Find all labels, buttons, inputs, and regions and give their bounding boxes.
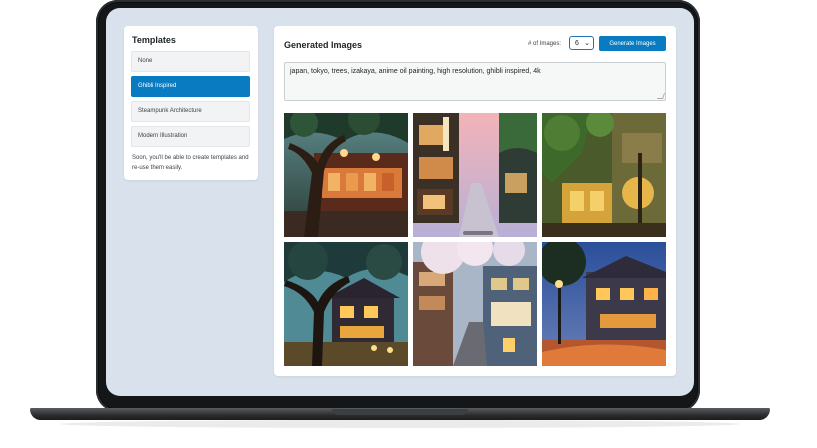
house-under-tree-night-image <box>284 242 408 366</box>
generated-image-4[interactable] <box>284 242 408 366</box>
prompt-text: japan, tokyo, trees, izakaya, anime oil … <box>290 68 541 75</box>
app-screen: Templates None Ghibli Inspired Steampunk… <box>106 8 694 396</box>
image-count-value: 6 <box>575 39 579 47</box>
generated-image-1[interactable] <box>284 113 408 237</box>
page-title: Generated Images <box>284 40 363 50</box>
generated-image-6[interactable] <box>542 242 666 366</box>
ivy-covered-street-image <box>542 113 666 237</box>
template-item-none[interactable]: None <box>131 51 250 72</box>
generated-image-3[interactable] <box>542 113 666 237</box>
generated-image-5[interactable] <box>413 242 537 366</box>
image-count-select[interactable]: 6 ⌄ <box>569 36 594 50</box>
templates-title: Templates <box>132 35 176 45</box>
chevron-down-icon: ⌄ <box>584 39 590 47</box>
laptop-shadow <box>60 420 740 428</box>
prompt-input[interactable]: japan, tokyo, trees, izakaya, anime oil … <box>284 62 666 101</box>
izakaya-under-tree-image <box>284 113 408 237</box>
template-item-modern-illustration[interactable]: Modern Illustration <box>131 126 250 147</box>
tokyo-alley-dusk-image <box>413 113 537 237</box>
image-count-label: # of Images: <box>528 41 562 47</box>
templates-note: Soon, you'll be able to create templates… <box>132 155 249 171</box>
resize-handle-icon[interactable] <box>656 93 666 99</box>
template-item-steampunk-architecture[interactable]: Steampunk Architecture <box>131 101 250 122</box>
generated-image-2[interactable] <box>413 113 537 237</box>
laptop-base-notch <box>332 409 468 415</box>
street-at-night-image <box>542 242 666 366</box>
generated-images-panel: Generated Images # of Images: 6 ⌄ Genera… <box>274 26 676 376</box>
cherry-blossom-street-image <box>413 242 537 366</box>
template-item-ghibli-inspired[interactable]: Ghibli Inspired <box>131 76 250 97</box>
templates-panel: Templates None Ghibli Inspired Steampunk… <box>124 26 258 180</box>
generate-images-button[interactable]: Generate Images <box>599 36 666 51</box>
